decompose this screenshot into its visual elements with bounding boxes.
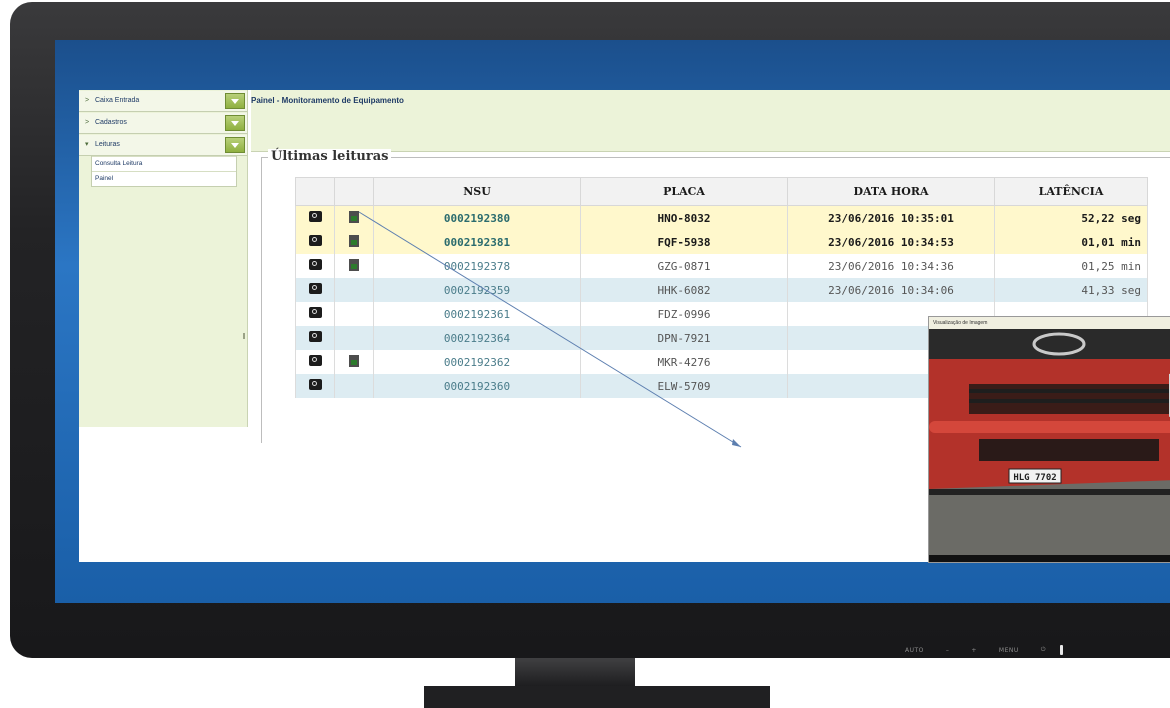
sidebar-item-leituras[interactable]: ▾ Leituras: [79, 135, 247, 156]
submenu-item-painel[interactable]: Painel: [92, 171, 236, 186]
main-content: Painel - Monitoramento de Equipamento Úl…: [251, 90, 1170, 563]
sidebar: > Caixa Entrada > Cadastros ▾ Leituras C…: [79, 90, 248, 427]
monitor-stand: [515, 658, 635, 686]
submenu-leituras: Consulta Leitura Painel: [91, 156, 237, 187]
sidebar-collapse-handle[interactable]: [243, 333, 245, 339]
sidebar-item-label: Cadastros: [94, 119, 127, 126]
monitor-base: [424, 686, 770, 708]
monitor-buttons: AUTO – + MENU ⏻: [905, 643, 1064, 657]
power-icon[interactable]: ⏻: [1041, 646, 1046, 654]
monitor-button-auto[interactable]: AUTO: [905, 647, 924, 654]
power-led: [1060, 645, 1064, 655]
monitor-button-minus[interactable]: –: [946, 647, 950, 654]
expand-icon[interactable]: [225, 137, 245, 153]
sidebar-item-label: Leituras: [94, 141, 120, 148]
pointer-arrow: [358, 211, 742, 448]
chevron-right-icon: >: [85, 119, 90, 126]
submenu-item-consulta-leitura[interactable]: Consulta Leitura: [92, 156, 236, 171]
chevron-down-icon: ▾: [85, 141, 89, 148]
monitor-button-menu[interactable]: MENU: [999, 647, 1019, 654]
monitor-screen: > Caixa Entrada > Cadastros ▾ Leituras C…: [55, 40, 1170, 603]
sidebar-item-caixa-entrada[interactable]: > Caixa Entrada: [79, 91, 247, 112]
chevron-right-icon: >: [85, 97, 90, 104]
expand-icon[interactable]: [225, 115, 245, 131]
monitor-button-plus[interactable]: +: [971, 647, 977, 654]
app-window: > Caixa Entrada > Cadastros ▾ Leituras C…: [79, 90, 1170, 563]
expand-icon[interactable]: [225, 93, 245, 109]
sidebar-item-label: Caixa Entrada: [94, 97, 140, 104]
sidebar-item-cadastros[interactable]: > Cadastros: [79, 113, 247, 134]
